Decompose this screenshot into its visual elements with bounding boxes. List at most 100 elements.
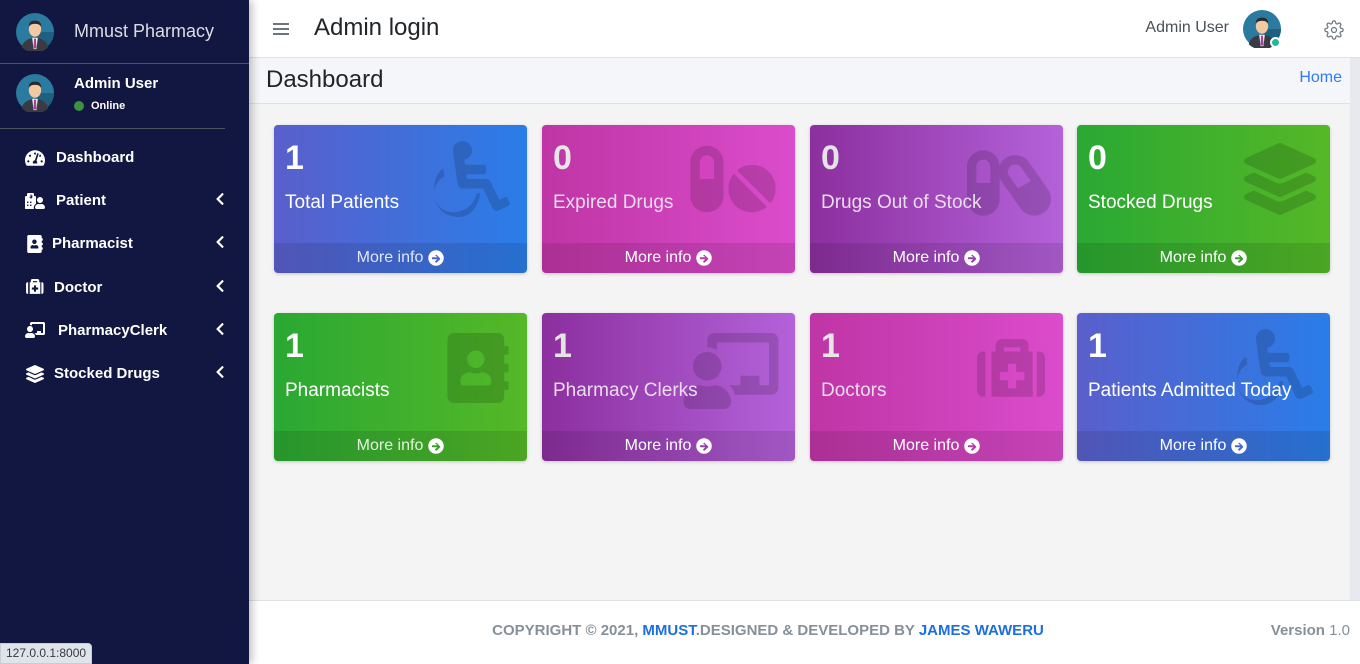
more-info-link[interactable]: More info [274, 431, 527, 461]
sidebar-item-pharmacyclerk[interactable]: PharmacyClerk [0, 309, 249, 352]
browser-status-url: 127.0.0.1:8000 [0, 643, 93, 664]
card-total-patients: 1 Total Patients More info [274, 125, 527, 273]
user-panel: Admin User Online [0, 64, 225, 129]
brand-link[interactable]: Mmust Pharmacy [0, 0, 249, 64]
card-expired-drugs: 0 Expired Drugs More info [542, 125, 795, 273]
address-book-icon [24, 235, 46, 253]
user-status-text: Online [91, 100, 126, 112]
breadcrumb-home-link[interactable]: Home [1299, 69, 1342, 87]
chevron-left-icon [215, 322, 225, 336]
user-name-link[interactable]: Admin User [74, 75, 158, 92]
card-count: 0 [553, 139, 572, 177]
more-info-label: More info [1159, 437, 1227, 454]
more-info-link[interactable]: More info [542, 243, 795, 273]
more-info-label: More info [356, 437, 424, 454]
sidebar-item-label: Doctor [54, 278, 103, 296]
more-info-link[interactable]: More info [1077, 431, 1330, 461]
arrow-circle-right-icon [1231, 438, 1247, 454]
card-doctors: 1 Doctors More info [810, 313, 1063, 461]
sidebar-item-patient[interactable]: Patient [0, 179, 249, 222]
card-label: Total Patients [285, 192, 400, 213]
content-header: Dashboard Home [249, 58, 1350, 104]
card-label: Doctors [821, 380, 887, 401]
card-label: Stocked Drugs [1088, 192, 1213, 213]
org-link[interactable]: MMUST [642, 622, 695, 639]
arrow-circle-right-icon [428, 438, 444, 454]
chalkboard-teacher-icon [24, 321, 46, 339]
sidebar-item-dashboard[interactable]: Dashboard [0, 136, 249, 179]
version-value: 1.0 [1329, 622, 1350, 639]
vertical-scrollbar[interactable] [1350, 58, 1360, 600]
sidebar-nav: Dashboard Patient Pharmacist Doctor Phar… [0, 136, 249, 395]
online-indicator-icon [1270, 37, 1281, 48]
navbar-user-avatar[interactable] [1243, 10, 1281, 48]
card-count: 1 [553, 327, 572, 365]
more-info-label: More info [624, 249, 692, 266]
page-title: Dashboard [266, 66, 384, 93]
sidebar-item-label: Pharmacist [52, 235, 133, 253]
version-label: Version [1270, 622, 1325, 639]
arrow-circle-right-icon [696, 438, 712, 454]
arrow-circle-right-icon [428, 250, 444, 266]
copyright-text: COPYRIGHT © 2021, MMUST.DESIGNED & DEVEL… [249, 622, 1287, 639]
more-info-link[interactable]: More info [1077, 243, 1330, 273]
sidebar-item-label: Dashboard [56, 149, 135, 167]
menu-toggle-icon[interactable] [273, 20, 289, 38]
top-navbar: Admin login Admin User [249, 0, 1360, 58]
sidebar-item-label: Patient [56, 192, 107, 210]
copyright-middle: .DESIGNED & DEVELOPED BY [695, 622, 919, 639]
card-label: Drugs Out of Stock [821, 192, 982, 213]
address-book-icon [447, 333, 509, 403]
page-footer: COPYRIGHT © 2021, MMUST.DESIGNED & DEVEL… [249, 600, 1360, 664]
sidebar-item-stocked-drugs[interactable]: Stocked Drugs [0, 352, 249, 395]
arrow-circle-right-icon [964, 250, 980, 266]
card-count: 0 [821, 139, 840, 177]
more-info-label: More info [892, 249, 960, 266]
brand-logo-avatar [16, 13, 54, 51]
card-count: 1 [285, 139, 304, 177]
author-link[interactable]: JAMES WAWERU [919, 622, 1044, 639]
dashboard-content: 1 Total Patients More info 0 Expired Dru… [249, 104, 1350, 600]
arrow-circle-right-icon [964, 438, 980, 454]
layer-group-icon [24, 365, 46, 383]
sidebar-item-doctor[interactable]: Doctor [0, 266, 249, 309]
card-count: 0 [1088, 139, 1107, 177]
copyright-prefix: COPYRIGHT © 2021, [492, 622, 643, 639]
more-info-link[interactable]: More info [810, 431, 1063, 461]
pills-icon [683, 141, 783, 217]
card-patients-admitted-today: 1 Patients Admitted Today More info [1077, 313, 1330, 461]
gear-icon[interactable] [1324, 20, 1344, 40]
chevron-left-icon [215, 192, 225, 206]
card-label: Pharmacists [285, 380, 390, 401]
medkit-icon [24, 278, 46, 296]
more-info-link[interactable]: More info [810, 243, 1063, 273]
more-info-label: More info [624, 437, 692, 454]
sidebar-item-pharmacist[interactable]: Pharmacist [0, 222, 249, 265]
user-info: Admin User Online [74, 72, 158, 112]
card-label: Patients Admitted Today [1088, 380, 1292, 401]
online-status-icon [74, 101, 84, 111]
more-info-label: More info [1159, 249, 1227, 266]
wheelchair-icon [429, 141, 515, 217]
card-count: 1 [821, 327, 840, 365]
user-status: Online [74, 100, 158, 112]
medkit-icon [975, 335, 1049, 405]
sidebar-item-label: Stocked Drugs [54, 365, 160, 383]
arrow-circle-right-icon [696, 250, 712, 266]
chevron-left-icon [215, 279, 225, 293]
navbar-user-name[interactable]: Admin User [1145, 19, 1229, 37]
card-label: Pharmacy Clerks [553, 380, 698, 401]
brand-text: Mmust Pharmacy [74, 21, 215, 41]
card-pharmacists: 1 Pharmacists More info [274, 313, 527, 461]
card-stocked-drugs: 0 Stocked Drugs More info [1077, 125, 1330, 273]
more-info-link[interactable]: More info [274, 243, 527, 273]
hospital-user-icon [24, 192, 46, 210]
version-info: Version 1.0 [1271, 622, 1350, 639]
card-drugs-out-of-stock: 0 Drugs Out of Stock More info [810, 125, 1063, 273]
arrow-circle-right-icon [1231, 250, 1247, 266]
more-info-link[interactable]: More info [542, 431, 795, 461]
card-pharmacy-clerks: 1 Pharmacy Clerks More info [542, 313, 795, 461]
chevron-left-icon [215, 235, 225, 249]
more-info-label: More info [892, 437, 960, 454]
user-avatar [16, 74, 54, 112]
